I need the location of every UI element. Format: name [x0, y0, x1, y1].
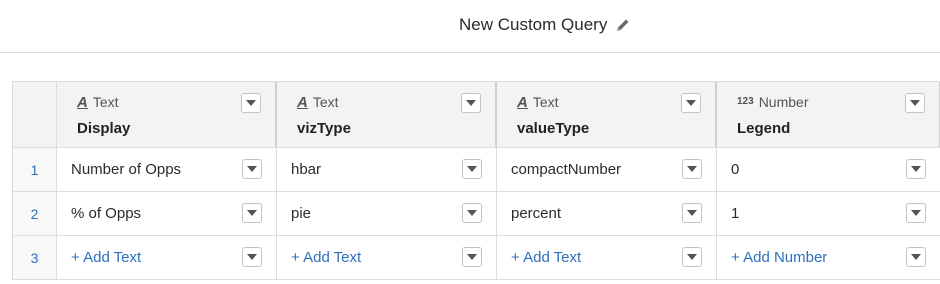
page-title: New Custom Query	[459, 15, 608, 34]
add-text-link[interactable]: + Add Text	[511, 249, 581, 266]
table-cell[interactable]: + Add Number	[717, 236, 940, 280]
cell-menu-button[interactable]	[242, 247, 262, 267]
chevron-down-icon	[687, 254, 697, 260]
cell-menu-button[interactable]	[462, 203, 482, 223]
cell-menu-button[interactable]	[906, 247, 926, 267]
chevron-down-icon	[467, 166, 477, 172]
column-header-legend: 123 Number Legend	[717, 82, 940, 148]
column-menu-button[interactable]	[681, 93, 701, 113]
chevron-down-icon	[686, 100, 696, 106]
add-text-link[interactable]: + Add Text	[71, 249, 141, 266]
add-number-link[interactable]: + Add Number	[731, 249, 827, 266]
cell-value: 1	[731, 205, 740, 222]
table-cell[interactable]: Number of Opps	[57, 148, 277, 192]
column-type-label: Text	[92, 94, 119, 110]
text-type-icon: A	[77, 93, 88, 111]
row-number-label: 3	[30, 249, 39, 266]
title-bar: New Custom Query	[0, 0, 940, 53]
table-cell[interactable]: + Add Text	[497, 236, 717, 280]
cell-menu-button[interactable]	[242, 203, 262, 223]
row-number[interactable]: 1	[13, 148, 57, 192]
row-number[interactable]: 3	[13, 236, 57, 280]
column-type-label: Text	[532, 94, 559, 110]
column-name: vizType	[297, 120, 351, 137]
chevron-down-icon	[246, 100, 256, 106]
cell-value: 0	[731, 161, 740, 178]
column-name: Legend	[737, 120, 791, 137]
chevron-down-icon	[911, 166, 921, 172]
cell-value: compactNumber	[511, 161, 622, 178]
column-header-viztype: A Text vizType	[277, 82, 497, 148]
chevron-down-icon	[467, 254, 477, 260]
column-menu-button[interactable]	[461, 93, 481, 113]
cell-menu-button[interactable]	[242, 159, 262, 179]
chevron-down-icon	[687, 210, 697, 216]
column-menu-button[interactable]	[241, 93, 261, 113]
query-grid: A Text Display A Text vizType A Text val…	[12, 81, 940, 280]
chevron-down-icon	[467, 210, 477, 216]
row-number-label: 1	[30, 161, 39, 178]
cell-value: pie	[291, 205, 312, 222]
table-cell[interactable]: percent	[497, 192, 717, 236]
cell-menu-button[interactable]	[682, 159, 702, 179]
cell-menu-button[interactable]	[462, 247, 482, 267]
column-type-label: Number	[758, 94, 809, 110]
chevron-down-icon	[247, 166, 257, 172]
table-cell[interactable]: pie	[277, 192, 497, 236]
cell-menu-button[interactable]	[682, 247, 702, 267]
column-name: Display	[77, 120, 131, 137]
table-cell[interactable]: + Add Text	[277, 236, 497, 280]
column-menu-button[interactable]	[905, 93, 925, 113]
title-wrap: New Custom Query	[459, 14, 631, 36]
grid-corner	[13, 82, 57, 148]
cell-menu-button[interactable]	[906, 159, 926, 179]
chevron-down-icon	[911, 254, 921, 260]
text-type-icon: A	[297, 93, 308, 111]
number-type-icon: 123	[737, 96, 754, 107]
table-cell[interactable]: + Add Text	[57, 236, 277, 280]
row-number-label: 2	[30, 205, 39, 222]
table-cell[interactable]: hbar	[277, 148, 497, 192]
row-number[interactable]: 2	[13, 192, 57, 236]
chevron-down-icon	[910, 100, 920, 106]
cell-menu-button[interactable]	[906, 203, 926, 223]
chevron-down-icon	[247, 210, 257, 216]
cell-menu-button[interactable]	[462, 159, 482, 179]
column-name: valueType	[517, 120, 590, 137]
column-type-label: Text	[312, 94, 339, 110]
table-cell[interactable]: compactNumber	[497, 148, 717, 192]
column-header-display: A Text Display	[57, 82, 277, 148]
cell-value: hbar	[291, 161, 322, 178]
cell-value: % of Opps	[71, 205, 142, 222]
table-cell[interactable]: 1	[717, 192, 940, 236]
chevron-down-icon	[247, 254, 257, 260]
chevron-down-icon	[911, 210, 921, 216]
cell-value: Number of Opps	[71, 161, 182, 178]
table-cell[interactable]: 0	[717, 148, 940, 192]
cell-value: percent	[511, 205, 562, 222]
pencil-icon[interactable]	[615, 17, 631, 33]
column-header-valuetype: A Text valueType	[497, 82, 717, 148]
cell-menu-button[interactable]	[682, 203, 702, 223]
table-cell[interactable]: % of Opps	[57, 192, 277, 236]
add-text-link[interactable]: + Add Text	[291, 249, 361, 266]
chevron-down-icon	[687, 166, 697, 172]
text-type-icon: A	[517, 93, 528, 111]
chevron-down-icon	[466, 100, 476, 106]
